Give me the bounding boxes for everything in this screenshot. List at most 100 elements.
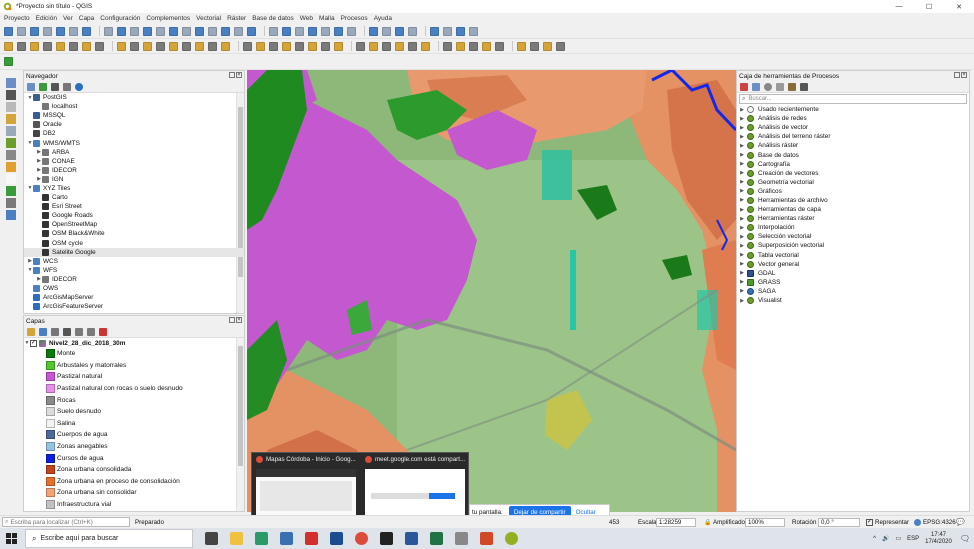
toolbar-tool-icon[interactable] <box>408 26 417 36</box>
menu-item[interactable]: Complementos <box>146 15 190 22</box>
toolbox-group[interactable]: ▶ Superposición vectorial <box>737 241 969 250</box>
chevron-right-icon[interactable]: ▶ <box>737 107 747 113</box>
toolbar-tool-icon[interactable] <box>334 26 343 36</box>
menu-item[interactable]: Ráster <box>227 15 246 22</box>
toolbar-tool-icon[interactable] <box>308 26 317 36</box>
add-layer-icon[interactable] <box>6 138 16 148</box>
toolbox-group[interactable]: ▶ Análisis ráster <box>737 141 969 150</box>
navigator-item[interactable]: ▶ ARBA <box>24 148 244 157</box>
toolbar-tool-icon[interactable] <box>43 26 52 36</box>
navigator-item[interactable]: ▶ IDECOR <box>24 166 244 175</box>
minimize-button[interactable]: — <box>884 0 914 13</box>
speaker-icon[interactable]: 🔊 <box>882 535 889 542</box>
magnifier-input[interactable]: 100% <box>745 517 785 527</box>
toolbox-group[interactable]: ▶ Análisis de vector <box>737 123 969 132</box>
toolbar-tool-icon[interactable] <box>221 41 230 51</box>
crs-globe-icon[interactable] <box>914 518 921 526</box>
toolbox-group[interactable]: ▶ Análisis de redes <box>737 114 969 123</box>
toolbar-tool-icon[interactable] <box>517 41 526 51</box>
navigator-item[interactable]: localhost <box>24 102 244 111</box>
toolbar-tool-icon[interactable] <box>495 41 504 51</box>
add-layer-icon[interactable] <box>6 90 16 100</box>
toolbar-tool-icon[interactable] <box>269 26 278 36</box>
legend-item[interactable]: Suelo desnudo <box>24 406 244 418</box>
messages-icon[interactable]: 💬 <box>956 517 965 527</box>
toolbar-tool-icon[interactable] <box>543 41 552 51</box>
add-layer-icon[interactable] <box>6 162 16 172</box>
navigator-item[interactable]: OpenStreetMap <box>24 220 244 229</box>
toolbox-group[interactable]: ▶ Visualist <box>737 296 969 305</box>
navigator-item[interactable]: ArcGisFeatureServer <box>24 302 244 311</box>
chevron-right-icon[interactable]: ▶ <box>737 288 747 294</box>
legend-item[interactable]: Arbustales y matorrales <box>24 360 244 372</box>
chevron-right-icon[interactable]: ▶ <box>737 252 747 258</box>
toolbar-tool-icon[interactable] <box>30 26 39 36</box>
layer-visibility-checkbox[interactable]: ✓ <box>30 339 37 347</box>
navigator-item[interactable]: DB2 <box>24 129 244 138</box>
toolbox-group[interactable]: ▶ Herramientas ráster <box>737 214 969 223</box>
map-canvas[interactable] <box>247 70 736 512</box>
add-layer-icon[interactable] <box>6 102 16 112</box>
navigator-item[interactable]: MSSQL <box>24 111 244 120</box>
app-icon[interactable] <box>330 532 343 545</box>
toolbar-tool-icon[interactable] <box>169 26 178 36</box>
file-explorer-icon[interactable] <box>230 532 243 545</box>
render-checkbox[interactable]: ✓ <box>866 518 873 526</box>
legend-item[interactable]: Zona urbana en proceso de consolidación <box>24 476 244 488</box>
cloud-icon[interactable] <box>280 532 293 545</box>
toolbox-group[interactable]: ▶ Vector general <box>737 260 969 269</box>
close-button[interactable]: ✕ <box>944 0 974 13</box>
toolbar-tool-icon[interactable] <box>208 26 217 36</box>
toolbar-tool-icon[interactable] <box>221 26 230 36</box>
toolbar-tool-icon[interactable] <box>130 41 139 51</box>
toolbar-tool-icon[interactable] <box>143 26 152 36</box>
layer-row[interactable]: ▼ ✓ Nivel2_28_dic_2018_30m <box>24 338 244 348</box>
navigator-item[interactable]: ▼ WMS/WMTS <box>24 138 244 147</box>
legend-item[interactable]: Monte <box>24 348 244 360</box>
toolbar-tool-icon[interactable] <box>443 26 452 36</box>
menu-item[interactable]: Capa <box>79 15 95 22</box>
toolbar-tool-icon[interactable] <box>282 26 291 36</box>
navigator-item[interactable]: OWS <box>24 284 244 293</box>
chevron-right-icon[interactable]: ▶ <box>737 134 747 140</box>
navigator-item[interactable]: ▶ IDECOR <box>24 275 244 284</box>
chevron-up-icon[interactable]: ^ <box>873 536 876 542</box>
toolbar-tool-icon[interactable] <box>208 41 217 51</box>
network-icon[interactable]: ▭ <box>895 535 901 542</box>
toolbar-tool-icon[interactable] <box>234 26 243 36</box>
toolbox-search-input[interactable]: ⌕ Buscar... <box>739 94 967 104</box>
toolbar-tool-icon[interactable] <box>395 41 404 51</box>
legend-item[interactable]: Salina <box>24 418 244 430</box>
history-icon[interactable] <box>764 82 772 91</box>
legend-item[interactable]: Zonas anegables <box>24 441 244 453</box>
toolbox-group[interactable]: ▶ Herramientas de archivo <box>737 196 969 205</box>
toolbox-group[interactable]: ▶ GDAL <box>737 269 969 278</box>
chevron-right-icon[interactable]: ▶ <box>737 207 747 213</box>
toolbar-tool-icon[interactable] <box>556 41 565 51</box>
add-layer-icon[interactable] <box>6 186 16 196</box>
toolbar-tool-icon[interactable] <box>169 41 178 51</box>
toolbar-tool-icon[interactable] <box>4 26 13 36</box>
toolbar-tool-icon[interactable] <box>156 26 165 36</box>
chrome-icon[interactable] <box>355 532 368 545</box>
navigator-item[interactable]: Esri Street <box>24 202 244 211</box>
taskbar-search-input[interactable]: ⌕ Escribe aquí para buscar <box>25 529 193 548</box>
navigator-item[interactable]: ▶ IGN <box>24 175 244 184</box>
toolbar-tool-icon[interactable] <box>382 26 391 36</box>
toolbar-tool-icon[interactable] <box>395 26 404 36</box>
open-layer-styling-icon[interactable] <box>27 327 35 336</box>
toolbar-tool-icon[interactable] <box>282 41 291 51</box>
chevron-right-icon[interactable]: ▶ <box>737 161 747 167</box>
navigator-item[interactable]: ▶ CONAE <box>24 157 244 166</box>
toolbar-tool-icon[interactable] <box>356 41 365 51</box>
toolbar-tool-icon[interactable] <box>95 41 104 51</box>
toolbar-tool-icon[interactable] <box>4 57 13 66</box>
results-viewer-icon[interactable] <box>776 82 784 91</box>
lock-icon[interactable]: 🔒 <box>704 517 711 527</box>
toolbox-group[interactable]: ▶ SAGA <box>737 287 969 296</box>
options-icon[interactable] <box>800 82 808 91</box>
toolbox-group[interactable]: ▶ GRASS <box>737 278 969 287</box>
powerpoint-icon[interactable] <box>480 532 493 545</box>
close-panel-button[interactable]: × <box>236 317 242 323</box>
clock[interactable]: 17:47 17/4/2020 <box>925 532 952 546</box>
